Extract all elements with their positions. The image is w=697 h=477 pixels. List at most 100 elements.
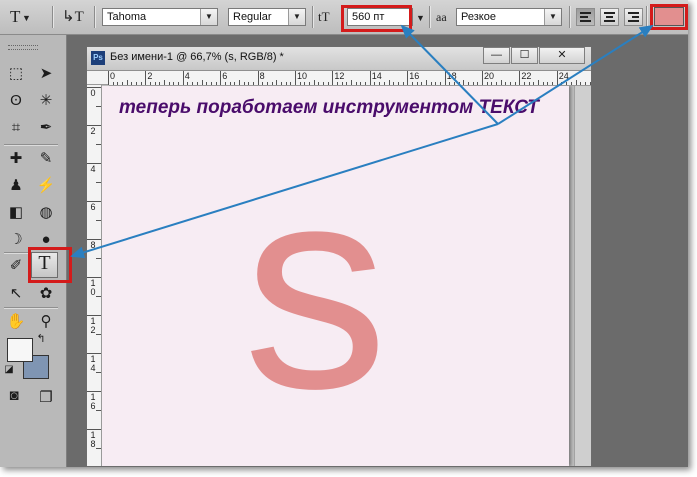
type-tool-highlight — [28, 247, 72, 283]
antialias-value: Резкое — [461, 11, 496, 23]
font-family-select[interactable]: Tahoma ▼ — [102, 8, 218, 26]
ruler-tick — [145, 71, 147, 85]
panel-grip[interactable] — [8, 45, 38, 50]
ruler-tick — [449, 82, 451, 85]
ruler-tick — [589, 82, 591, 85]
ruler-tick — [547, 82, 549, 85]
swap-colors-icon[interactable]: ↰ — [34, 332, 48, 346]
ruler-tick — [154, 82, 156, 85]
ruler-tick — [136, 82, 138, 85]
ruler-tick — [421, 82, 423, 85]
ruler-tick — [561, 82, 563, 85]
pen-tool-icon[interactable]: ✐ — [4, 255, 28, 277]
hand-tool-icon[interactable]: ✋ — [4, 311, 28, 333]
canvas[interactable]: теперь поработаем инструментом ТЕКСТ s — [102, 86, 569, 466]
ruler-origin[interactable] — [87, 71, 109, 85]
ruler-tick — [96, 220, 101, 221]
type-tool-preset-icon[interactable]: T — [10, 7, 20, 27]
ruler-tick — [182, 71, 184, 85]
ruler-tick — [196, 82, 198, 85]
ps-logo-icon: Ps — [91, 51, 105, 65]
document-title-bar[interactable]: Ps Без имени-1 @ 66,7% (s, RGB/8) * — ☐ … — [87, 47, 591, 71]
ruler-tick — [96, 144, 101, 145]
ruler-tick — [164, 80, 166, 85]
text-orientation-icon[interactable]: ↳T — [62, 7, 84, 27]
align-center-button[interactable] — [600, 8, 619, 26]
ruler-label: 2 — [147, 71, 153, 81]
chevron-down-icon[interactable]: ▼ — [22, 8, 31, 28]
ruler-label: 10 — [297, 71, 308, 81]
ruler-tick — [486, 82, 488, 85]
ruler-tick — [173, 82, 175, 85]
ruler-tick — [150, 82, 152, 85]
ruler-tick — [584, 82, 586, 85]
magic-wand-icon[interactable]: ✳ — [34, 90, 58, 112]
lasso-tool-icon[interactable]: ʘ — [4, 90, 28, 112]
ruler-label: 0 — [90, 88, 96, 98]
paint-bucket-icon[interactable]: ◍ — [34, 202, 58, 224]
ruler-tick — [187, 82, 189, 85]
align-left-button[interactable] — [576, 8, 595, 26]
ruler-tick — [192, 82, 194, 85]
ruler-tick — [178, 82, 180, 85]
separator — [646, 6, 647, 28]
blur-tool-icon[interactable]: ☽ — [4, 229, 28, 251]
ruler-tick — [570, 82, 572, 85]
close-button[interactable]: ✕ — [539, 47, 585, 64]
history-brush-icon[interactable]: ⚡ — [34, 175, 58, 197]
ruler-tick — [519, 71, 521, 85]
screen-mode-icon[interactable]: ❐ — [34, 387, 58, 409]
default-colors-icon[interactable]: ◪ — [2, 363, 16, 377]
ruler-tick — [397, 82, 399, 85]
zoom-tool-icon[interactable]: ⚲ — [34, 311, 58, 333]
ruler-tick — [299, 82, 301, 85]
ruler-label: 1 4 — [90, 354, 96, 373]
eraser-tool-icon[interactable]: ◧ — [4, 202, 28, 224]
font-style-select[interactable]: Regular ▼ — [228, 8, 306, 26]
quick-mask-icon[interactable]: ◙ — [2, 385, 26, 407]
ruler-tick — [332, 71, 334, 85]
ruler-label: 24 — [558, 71, 569, 81]
chevron-down-icon[interactable]: ▼ — [288, 9, 305, 25]
right-panel-area — [603, 35, 688, 467]
path-selection-icon[interactable]: ↖ — [4, 283, 28, 305]
maximize-button[interactable]: ☐ — [511, 47, 538, 64]
chevron-down-icon[interactable]: ▼ — [544, 9, 561, 25]
ruler-tick — [159, 82, 161, 85]
move-tool-icon[interactable]: ➤ — [34, 63, 58, 85]
ruler-tick — [500, 80, 502, 85]
horizontal-ruler[interactable]: 0 2 4 6 8 10 12 14 16 18 20 22 24 — [108, 71, 591, 86]
ruler-tick — [411, 82, 413, 85]
foreground-color-swatch[interactable] — [7, 338, 33, 362]
ruler-tick — [463, 80, 465, 85]
chevron-down-icon[interactable]: ▼ — [200, 9, 217, 25]
ruler-tick — [542, 82, 544, 85]
ruler-tick — [467, 82, 469, 85]
ruler-tick — [131, 82, 133, 85]
text-layer-letter[interactable]: s — [243, 142, 388, 432]
chevron-down-icon[interactable]: ▼ — [416, 8, 425, 28]
brush-tool-icon[interactable]: ✎ — [34, 148, 58, 170]
ruler-tick — [514, 82, 516, 85]
crop-tool-icon[interactable]: ⌗ — [4, 117, 28, 139]
vertical-ruler[interactable]: 0 2 4 6 8 1 0 1 2 1 4 1 6 1 8 — [87, 85, 102, 466]
minimize-button[interactable]: — — [483, 47, 510, 64]
document-title: Без имени-1 @ 66,7% (s, RGB/8) * — [110, 51, 284, 63]
ruler-label: 20 — [484, 71, 495, 81]
color-swatch-highlight — [650, 4, 688, 30]
vertical-scrollbar[interactable] — [574, 86, 591, 466]
antialias-select[interactable]: Резкое ▼ — [456, 8, 562, 26]
healing-brush-icon[interactable]: ✚ — [4, 148, 28, 170]
clone-stamp-icon[interactable]: ♟ — [4, 175, 28, 197]
ruler-tick — [407, 71, 409, 85]
marquee-tool-icon[interactable]: ⬚ — [4, 63, 28, 85]
custom-shape-icon[interactable]: ✿ — [34, 283, 58, 305]
ruler-tick — [117, 82, 119, 85]
ruler-tick — [552, 82, 554, 85]
ruler-tick — [280, 82, 282, 85]
eyedropper-icon[interactable]: ✒ — [34, 117, 58, 139]
ruler-tick — [435, 82, 437, 85]
ruler-label: 2 — [90, 126, 96, 136]
align-right-button[interactable] — [624, 8, 643, 26]
ruler-tick — [295, 71, 296, 85]
